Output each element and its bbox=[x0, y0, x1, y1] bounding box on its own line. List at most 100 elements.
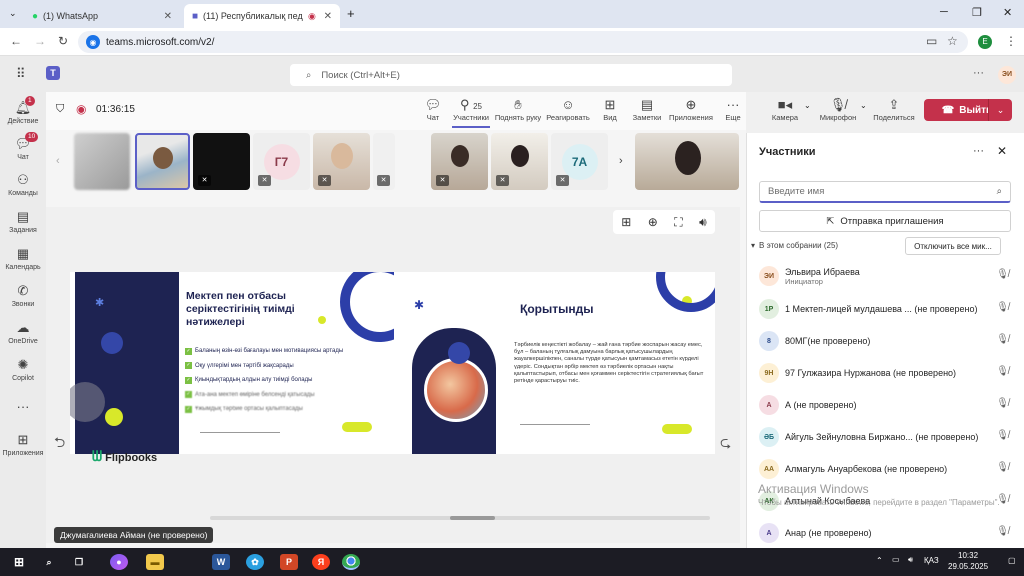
close-icon[interactable]: ✕ bbox=[164, 11, 172, 22]
strip-prev-icon[interactable]: ‹ bbox=[56, 155, 60, 167]
participant-row[interactable]: 9Н 97 Гулжазира Нуржанова (не проверено)… bbox=[759, 358, 1017, 388]
mic-button[interactable]: 🎙︎̸ Микрофон bbox=[818, 96, 858, 122]
site-info-icon[interactable]: ◉ bbox=[86, 35, 100, 49]
section-header[interactable]: ▾ В этом собрании (25) bbox=[751, 241, 838, 250]
thumbnails-icon[interactable]: ⊞ bbox=[621, 215, 631, 229]
participant-row[interactable]: 1Р 1 Мектеп-лицей мулдашева ... (не пров… bbox=[759, 294, 1017, 324]
chat-button[interactable]: 💬︎ Чат bbox=[420, 96, 446, 122]
word-icon[interactable]: W bbox=[212, 554, 230, 570]
video-tile[interactable]: 7А ✕ bbox=[551, 133, 608, 190]
minimize-icon[interactable]: ─ bbox=[940, 6, 948, 18]
panel-close-icon[interactable]: ✕ bbox=[997, 144, 1007, 158]
fullscreen-icon[interactable]: ⛶ bbox=[674, 215, 682, 230]
reload-icon[interactable]: ↻ bbox=[58, 34, 68, 48]
app-icon[interactable]: ✿ bbox=[246, 554, 264, 570]
chrome-icon[interactable] bbox=[342, 554, 360, 570]
flipbook-scrollbar[interactable] bbox=[210, 516, 710, 520]
next-page-icon[interactable]: ⮎ bbox=[720, 432, 731, 456]
participant-row[interactable]: 8 80МГ(не проверено) 🎙︎̸ bbox=[759, 326, 1017, 356]
tab-whatsapp[interactable]: ● (1) WhatsApp ✕ bbox=[24, 4, 180, 28]
more-options-icon[interactable]: ··· bbox=[973, 67, 984, 79]
network-icon[interactable]: ▭ bbox=[892, 555, 900, 564]
phone-icon: ✆ bbox=[17, 283, 29, 298]
video-tile[interactable]: ✕ bbox=[373, 133, 395, 190]
clock-date[interactable]: 29.05.2025 bbox=[948, 562, 988, 571]
teams-search-input[interactable]: ⌕ Поиск (Ctrl+Alt+E) bbox=[290, 64, 732, 86]
yandex-icon[interactable]: Я bbox=[312, 554, 330, 570]
maximize-icon[interactable]: ❐ bbox=[972, 6, 982, 19]
video-tile[interactable]: Г7 ✕ bbox=[253, 133, 310, 190]
prev-page-icon[interactable]: ⮌ bbox=[54, 432, 65, 456]
rail-item-copilot[interactable]: ✺ Copilot bbox=[0, 357, 46, 382]
strip-next-icon[interactable]: › bbox=[619, 155, 623, 167]
profile-avatar[interactable]: E bbox=[978, 35, 992, 49]
panel-more-icon[interactable]: ··· bbox=[973, 145, 984, 157]
rail-item-assignments[interactable]: ▤ Задания bbox=[0, 209, 46, 234]
rail-item-onedrive[interactable]: ☁ OneDrive bbox=[0, 320, 46, 345]
url-field[interactable]: ◉ teams.microsoft.com/v2/ bbox=[78, 31, 968, 53]
zoom-icon[interactable]: ⊕ bbox=[648, 215, 658, 229]
participant-row[interactable]: А Анар (не проверено) 🎙︎̸ bbox=[759, 518, 1017, 548]
video-tile[interactable] bbox=[635, 133, 739, 190]
video-tile[interactable]: ✕ bbox=[491, 133, 548, 190]
mute-all-button[interactable]: Отключить все мик... bbox=[905, 237, 1001, 255]
more-button[interactable]: ··· Еще bbox=[722, 96, 744, 122]
participant-row[interactable]: АА Алмагуль Ануарбекова (не проверено) 🎙… bbox=[759, 454, 1017, 484]
react-button[interactable]: ☺ Реагировать bbox=[546, 96, 590, 122]
bookmark-star-icon[interactable]: ☆ bbox=[947, 34, 958, 48]
video-tile[interactable] bbox=[74, 133, 130, 190]
task-view-icon[interactable]: ❐ bbox=[70, 554, 88, 570]
language-indicator[interactable]: ҚАЗ bbox=[924, 556, 939, 565]
notes-button[interactable]: ▤ Заметки bbox=[630, 96, 664, 122]
file-explorer-icon[interactable]: ▬ bbox=[146, 554, 164, 570]
tab-list-chevron-icon[interactable]: ⌄ bbox=[9, 8, 17, 19]
video-tile[interactable]: ✕ bbox=[313, 133, 370, 190]
tray-chevron-icon[interactable]: ⌃ bbox=[876, 556, 883, 565]
volume-icon[interactable]: 🔊︎ bbox=[908, 555, 913, 565]
windows-start-icon[interactable]: ⊞ bbox=[10, 554, 28, 570]
video-tile[interactable]: ✕ bbox=[431, 133, 488, 190]
sound-icon[interactable]: 🔊︎ bbox=[699, 215, 707, 230]
rail-item-apps[interactable]: ⊞ Приложения bbox=[0, 432, 46, 457]
scroll-thumb[interactable] bbox=[450, 516, 495, 520]
participant-row[interactable]: ӘБ Айгуль Зейнуловна Биржано... (не пров… bbox=[759, 422, 1017, 452]
powerpoint-icon[interactable]: P bbox=[280, 554, 298, 570]
participants-button[interactable]: ⚲ 25 Участники bbox=[452, 96, 490, 128]
notifications-icon[interactable]: ▢ bbox=[1008, 556, 1016, 565]
rail-item-calls[interactable]: ✆ Звонки bbox=[0, 283, 46, 308]
camera-options-chevron-icon[interactable]: ⌄ bbox=[804, 101, 811, 110]
back-icon[interactable]: ← bbox=[10, 34, 22, 48]
mic-options-chevron-icon[interactable]: ⌄ bbox=[860, 101, 867, 110]
raise-hand-button[interactable]: ✋︎ Поднять руку bbox=[492, 96, 544, 122]
participant-row[interactable]: А А (не проверено) 🎙︎̸ bbox=[759, 390, 1017, 420]
search-icon[interactable]: ⌕ bbox=[40, 554, 58, 570]
mic-off-icon: 🎙︎̸ bbox=[996, 366, 1009, 377]
clock-time[interactable]: 10:32 bbox=[958, 551, 978, 560]
new-tab-icon[interactable]: + bbox=[347, 6, 355, 21]
participant-search-input[interactable]: Введите имя ⌕ bbox=[759, 181, 1011, 203]
forward-icon[interactable]: → bbox=[34, 34, 46, 48]
rail-item-teams[interactable]: ⚇ Команды bbox=[0, 172, 46, 197]
video-tile[interactable] bbox=[135, 133, 190, 190]
rail-item-chat[interactable]: 💬︎ 10 Чат bbox=[0, 132, 46, 161]
participant-row[interactable]: АК Алтынай Косыбаева 🎙︎̸ bbox=[759, 486, 1017, 516]
rail-item-more[interactable]: ··· bbox=[0, 399, 46, 416]
video-tile[interactable]: ✕ bbox=[193, 133, 250, 190]
rail-item-activity[interactable]: 🔔︎ 1 Действие bbox=[0, 96, 46, 125]
browser-menu-icon[interactable]: ⋮ bbox=[1005, 34, 1017, 48]
tab-teams[interactable]: ■ (11) Республикалық педаг ◉ ✕ bbox=[184, 4, 340, 28]
leave-options-button[interactable]: ⌄ bbox=[988, 99, 1012, 121]
close-icon[interactable]: ✕ bbox=[324, 11, 332, 22]
send-invite-button[interactable]: ⇱ Отправка приглашения bbox=[759, 210, 1011, 232]
view-button[interactable]: ⊞ Вид bbox=[598, 96, 622, 122]
window-close-icon[interactable]: ✕ bbox=[1003, 6, 1012, 19]
user-avatar[interactable]: ЭИ bbox=[998, 66, 1016, 84]
apps-button[interactable]: ⊕ Приложения bbox=[668, 96, 714, 122]
camera-button[interactable]: ■◂ Камера bbox=[768, 96, 802, 122]
share-button[interactable]: ⇪ Поделиться bbox=[872, 96, 916, 122]
app-launcher-icon[interactable]: ⠿ bbox=[16, 66, 26, 82]
rail-item-calendar[interactable]: ▦ Календарь bbox=[0, 246, 46, 271]
install-app-icon[interactable]: ▭ bbox=[926, 34, 937, 48]
participant-row[interactable]: ЭИ Эльвира Ибраева Инициатор 🎙︎̸ bbox=[759, 261, 1017, 291]
assistant-icon[interactable]: ● bbox=[110, 554, 128, 570]
